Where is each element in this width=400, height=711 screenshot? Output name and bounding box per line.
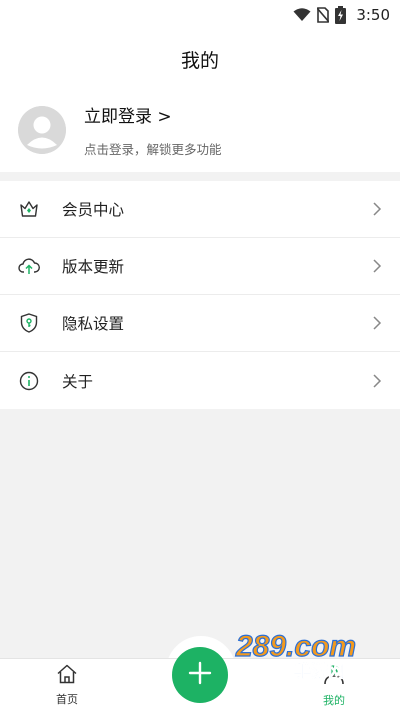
default-avatar-icon[interactable] [18, 106, 66, 154]
watermark-logo: 289.com 手游网 [232, 628, 392, 682]
settings-menu: 会员中心 版本更新 隐私设置 关于 [0, 181, 400, 409]
menu-label-privacy-settings: 隐私设置 [62, 315, 125, 333]
login-link[interactable]: 立即登录 > [84, 102, 222, 127]
status-bar: 3:50 [0, 0, 400, 30]
no-sim-icon [317, 7, 330, 23]
tab-home-label: 首页 [56, 693, 78, 706]
menu-label-vip-center: 会员中心 [62, 201, 125, 219]
menu-item-privacy-settings[interactable]: 隐私设置 [0, 295, 400, 352]
menu-item-about[interactable]: 关于 [0, 352, 400, 409]
menu-label-version-update: 版本更新 [62, 258, 125, 276]
battery-charging-icon [335, 6, 347, 24]
page-title: 我的 [180, 49, 219, 72]
crown-icon [18, 198, 40, 220]
home-icon [56, 664, 78, 688]
wifi-icon [293, 8, 311, 22]
watermark-sub: 手游网 [294, 661, 345, 680]
tab-mine-label: 我的 [323, 694, 345, 707]
chevron-right-icon [370, 202, 384, 216]
login-subtitle: 点击登录，解锁更多功能 [84, 142, 222, 157]
header: 我的 [0, 30, 400, 88]
menu-label-about: 关于 [62, 372, 94, 391]
status-time: 3:50 [356, 6, 390, 24]
info-icon [18, 370, 40, 392]
tab-home[interactable]: 首页 [27, 659, 107, 711]
login-card[interactable]: 立即登录 > 点击登录，解锁更多功能 [0, 88, 400, 172]
add-button[interactable] [172, 647, 228, 703]
chevron-right-icon [370, 259, 384, 273]
shield-key-icon [18, 312, 40, 334]
menu-item-version-update[interactable]: 版本更新 [0, 238, 400, 295]
plus-icon [188, 661, 212, 689]
cloud-upload-icon [18, 255, 40, 277]
chevron-right-icon [370, 373, 384, 388]
watermark-brand: 289.com [235, 630, 356, 663]
menu-item-vip-center[interactable]: 会员中心 [0, 181, 400, 238]
chevron-right-icon [370, 316, 384, 330]
